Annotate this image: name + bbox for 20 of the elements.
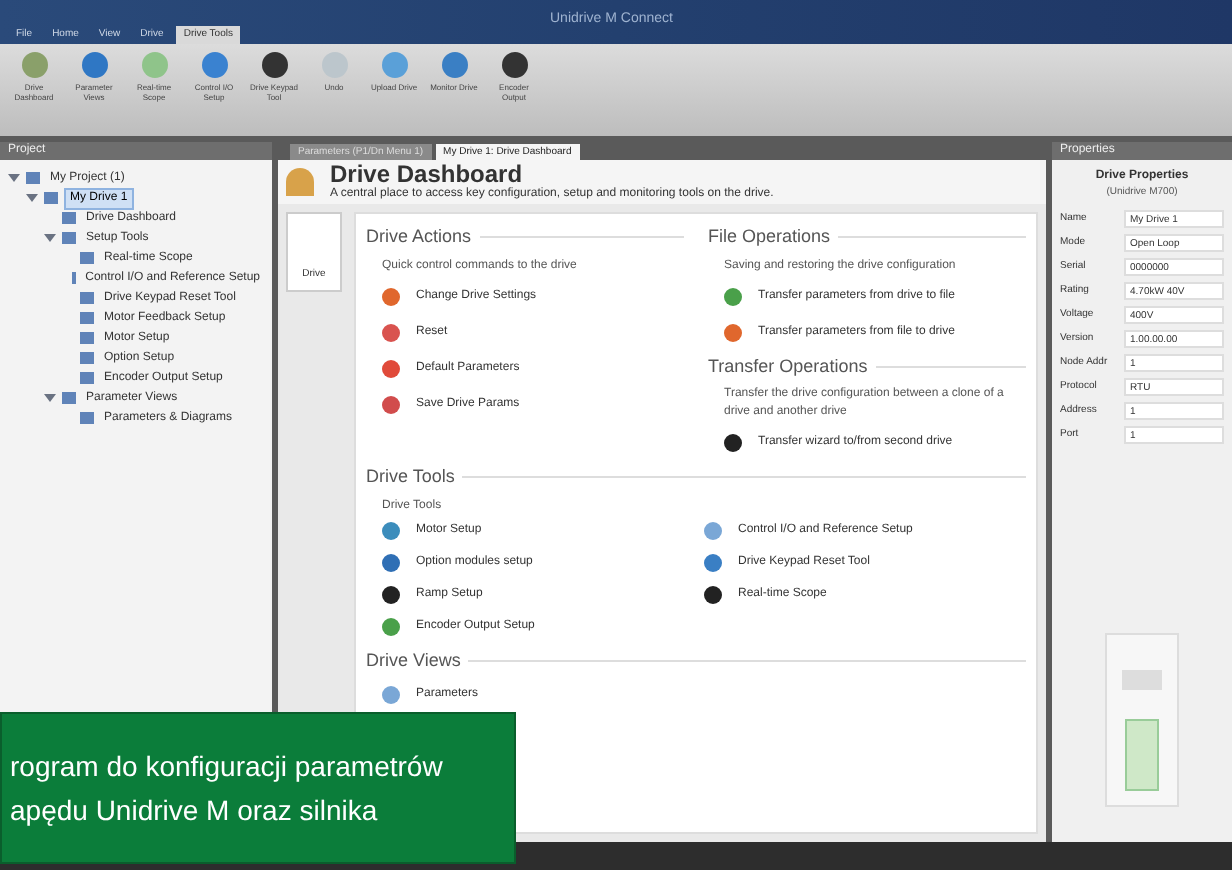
tool-icon — [724, 434, 742, 452]
section-title: Drive Tools — [366, 464, 455, 490]
ribbon-icon — [381, 52, 407, 78]
section-title: File Operations — [708, 224, 831, 250]
caption-line: rogram do konfiguracji parametrów — [10, 748, 445, 786]
section-title: Drive Actions — [366, 224, 472, 250]
section-title: Transfer Operations — [708, 353, 868, 380]
ribbon-icon — [201, 52, 227, 78]
ribbon-icon — [81, 52, 107, 78]
ribbon-icon — [261, 52, 287, 78]
home-icon — [286, 168, 314, 196]
ribbon-icon — [21, 52, 47, 78]
dashboard-title: Drive Dashboard — [330, 161, 525, 185]
ribbon-icon — [321, 52, 347, 78]
ribbon-icon — [441, 52, 467, 78]
ribbon-icon — [141, 52, 167, 78]
ribbon-icon — [501, 52, 527, 78]
tool-icon — [382, 686, 400, 704]
section-title: Drive Views — [366, 647, 461, 673]
caption-line: apędu Unidrive M oraz silnika — [10, 792, 380, 830]
